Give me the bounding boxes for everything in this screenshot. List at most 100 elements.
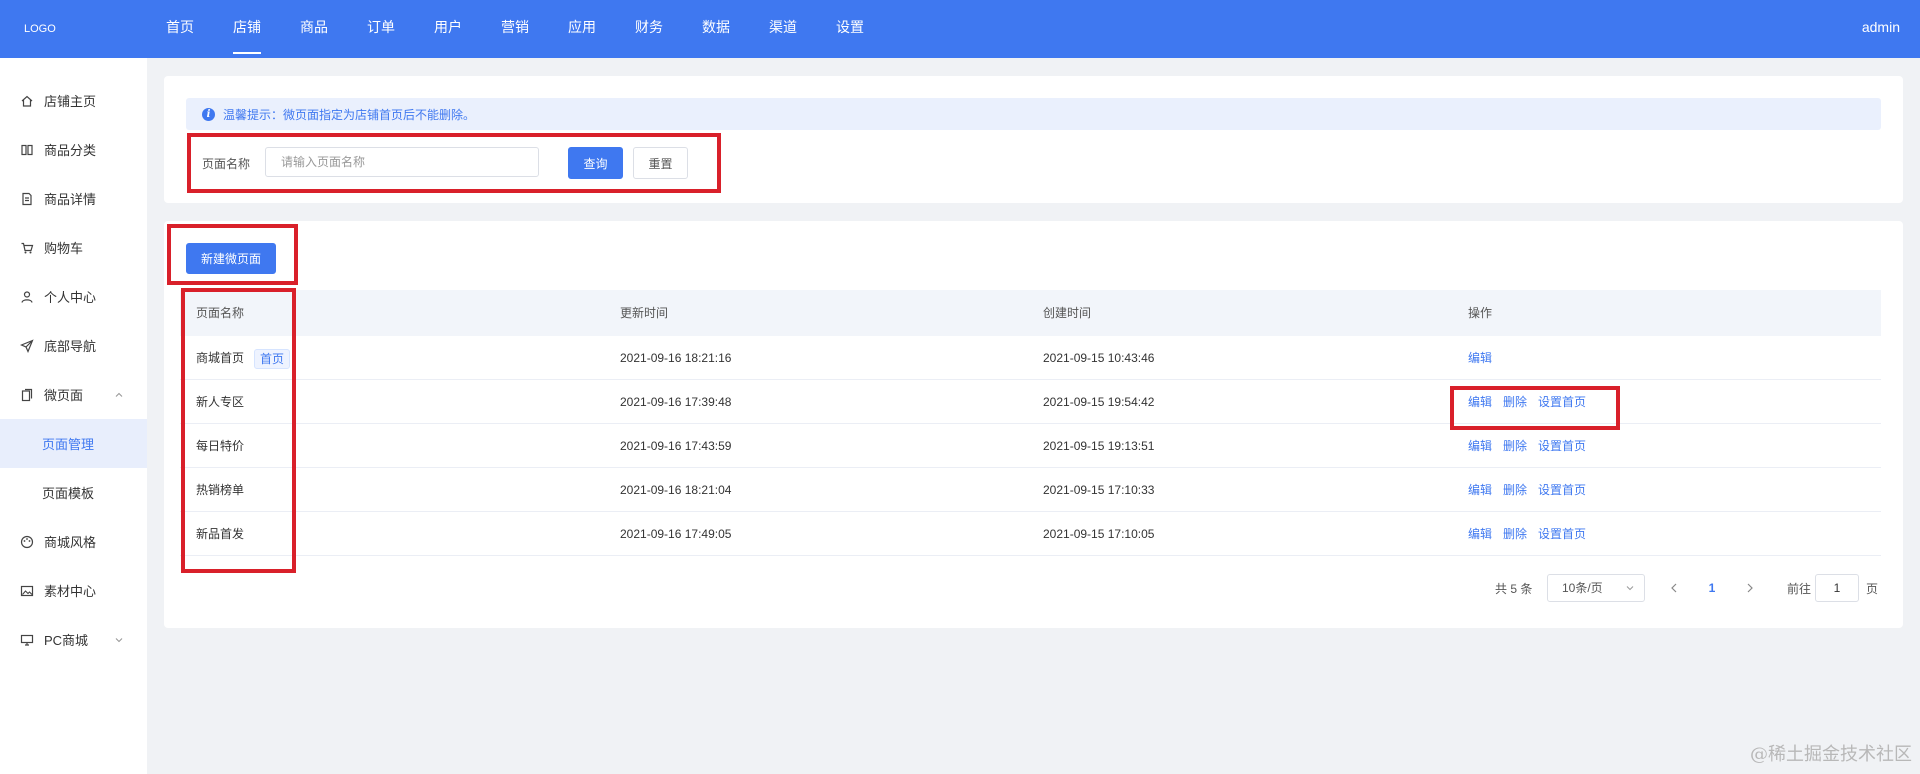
prev-page-button[interactable]	[1662, 574, 1686, 602]
monitor-icon	[20, 633, 34, 647]
cell-created-time: 2021-09-15 19:54:42	[1043, 395, 1155, 409]
cell-page-name: 新品首发	[196, 512, 244, 556]
page-name-search-input[interactable]	[265, 147, 539, 177]
sidebar-item[interactable]: 微页面	[0, 370, 147, 419]
info-icon: i	[202, 107, 215, 121]
cell-page-name: 新人专区	[196, 380, 244, 424]
top-nav-item[interactable]: 应用	[568, 0, 635, 58]
search-panel	[164, 76, 1903, 203]
table-row: 商城首页 首页 2021-09-16 18:21:16 2021-09-15 10:4…	[180, 336, 1881, 380]
top-nav-item[interactable]: 订单	[367, 0, 434, 58]
image-icon	[20, 584, 34, 598]
user-name[interactable]: admin	[1862, 0, 1900, 58]
edit-link[interactable]: 编辑	[1468, 483, 1492, 497]
cell-updated-time: 2021-09-16 18:21:04	[620, 483, 732, 497]
top-nav-item[interactable]: 数据	[702, 0, 769, 58]
create-micropage-button[interactable]: 新建微页面	[186, 243, 276, 274]
set-home-link[interactable]: 设置首页	[1538, 439, 1586, 453]
column-header-actions: 操作	[1468, 306, 1493, 320]
sidebar-item[interactable]: 商品分类	[0, 125, 147, 174]
page-size-select[interactable]: 10条/页	[1547, 574, 1645, 602]
delete-link[interactable]: 删除	[1503, 395, 1527, 409]
sidebar-item-label: 底部导航	[44, 339, 97, 354]
page-name-text: 新人专区	[196, 395, 245, 409]
delete-link[interactable]: 删除	[1503, 483, 1527, 497]
watermark: @稀土掘金技术社区	[1750, 744, 1912, 765]
top-nav-item[interactable]: 财务	[635, 0, 702, 58]
reset-button[interactable]: 重置	[633, 147, 688, 179]
cell-actions: 编辑 删除 设置首页	[1468, 468, 1597, 512]
table-row: 每日特价 2021-09-16 17:43:59 2021-09-15 19:13:…	[180, 424, 1881, 468]
page-size-value: 10条/页	[1562, 581, 1603, 595]
edit-link[interactable]: 编辑	[1468, 395, 1492, 409]
top-nav-item[interactable]: 设置	[836, 0, 903, 58]
tip-text: 温馨提示：微页面指定为店铺首页后不能删除。	[223, 107, 476, 122]
chevron-left-icon	[1671, 583, 1677, 593]
home-tag: 首页	[254, 348, 291, 369]
top-nav-item[interactable]: 店铺	[233, 0, 300, 58]
chevron-down-icon	[113, 634, 125, 646]
tip-banner: i 温馨提示：微页面指定为店铺首页后不能删除。	[186, 98, 1881, 130]
cart-icon	[20, 241, 34, 255]
cell-page-name: 商城首页 首页	[196, 336, 291, 380]
table-row: 新人专区 2021-09-16 17:39:48 2021-09-15 19:54:…	[180, 380, 1881, 424]
cell-actions: 编辑 删除 设置首页	[1468, 424, 1597, 468]
sidebar-item-label: 个人中心	[44, 290, 97, 305]
cell-updated-time: 2021-09-16 18:21:16	[620, 351, 732, 365]
edit-link[interactable]: 编辑	[1468, 439, 1492, 453]
sidebar-item-label: 商品分类	[44, 143, 97, 158]
sidebar-item-label: 页面管理	[42, 437, 95, 452]
send-icon	[20, 338, 34, 353]
goto-page-input[interactable]	[1815, 574, 1859, 602]
sidebar-item-label: 素材中心	[44, 584, 97, 599]
cell-page-name: 热销榜单	[196, 468, 244, 512]
sidebar-item-label: 页面模板	[42, 486, 95, 501]
delete-link[interactable]: 删除	[1503, 527, 1527, 541]
sidebar-item-label: 商品详情	[44, 192, 97, 207]
sidebar-item-label: 店铺主页	[44, 94, 97, 109]
column-header-name: 页面名称	[196, 306, 245, 320]
sidebar-item[interactable]: 购物车	[0, 223, 147, 272]
sidebar-item[interactable]: 商品详情	[0, 174, 147, 223]
set-home-link[interactable]: 设置首页	[1538, 483, 1586, 497]
top-nav-item[interactable]: 营销	[501, 0, 568, 58]
cell-updated-time: 2021-09-16 17:39:48	[620, 395, 732, 409]
sidebar-item[interactable]: 店铺主页	[0, 76, 147, 125]
columns-icon	[20, 143, 34, 157]
sidebar-item[interactable]: 素材中心	[0, 566, 147, 615]
top-nav-item[interactable]: 商品	[300, 0, 367, 58]
sidebar-item[interactable]: PC商城	[0, 615, 147, 664]
table-header: 页面名称 更新时间 创建时间 操作	[180, 290, 1881, 336]
sidebar-item[interactable]: 个人中心	[0, 272, 147, 321]
cell-created-time: 2021-09-15 17:10:33	[1043, 483, 1155, 497]
delete-link[interactable]: 删除	[1503, 439, 1527, 453]
page-name-text: 新品首发	[196, 527, 245, 541]
page-name-text: 商城首页	[196, 351, 245, 365]
top-nav-item[interactable]: 用户	[434, 0, 501, 58]
sidebar-item-label: 商城风格	[44, 535, 97, 550]
cell-updated-time: 2021-09-16 17:43:59	[620, 439, 732, 453]
top-nav-item[interactable]: 渠道	[769, 0, 836, 58]
page-name-text: 每日特价	[196, 439, 245, 453]
sidebar: 店铺主页商品分类商品详情购物车个人中心底部导航微页面页面管理页面模板商城风格素材…	[0, 58, 147, 774]
sidebar-item[interactable]: 底部导航	[0, 321, 147, 370]
set-home-link[interactable]: 设置首页	[1538, 395, 1586, 409]
cell-created-time: 2021-09-15 17:10:05	[1043, 527, 1155, 541]
chevron-up-icon	[113, 389, 125, 401]
top-nav-item[interactable]: 首页	[166, 0, 233, 58]
edit-link[interactable]: 编辑	[1468, 527, 1492, 541]
query-button[interactable]: 查询	[568, 147, 623, 179]
sidebar-item[interactable]: 页面模板	[0, 468, 147, 517]
set-home-link[interactable]: 设置首页	[1538, 527, 1586, 541]
document-icon	[20, 192, 34, 206]
page-unit-label: 页	[1866, 581, 1879, 596]
goto-label: 前往	[1787, 581, 1812, 596]
sidebar-item[interactable]: 页面管理	[0, 419, 147, 468]
cell-updated-time: 2021-09-16 17:49:05	[620, 527, 732, 541]
pagination-total: 共 5 条	[1495, 581, 1533, 596]
cell-actions: 编辑	[1468, 336, 1503, 380]
page-number-current[interactable]: 1	[1700, 574, 1724, 602]
next-page-button[interactable]	[1738, 574, 1762, 602]
sidebar-item[interactable]: 商城风格	[0, 517, 147, 566]
edit-link[interactable]: 编辑	[1468, 351, 1492, 365]
